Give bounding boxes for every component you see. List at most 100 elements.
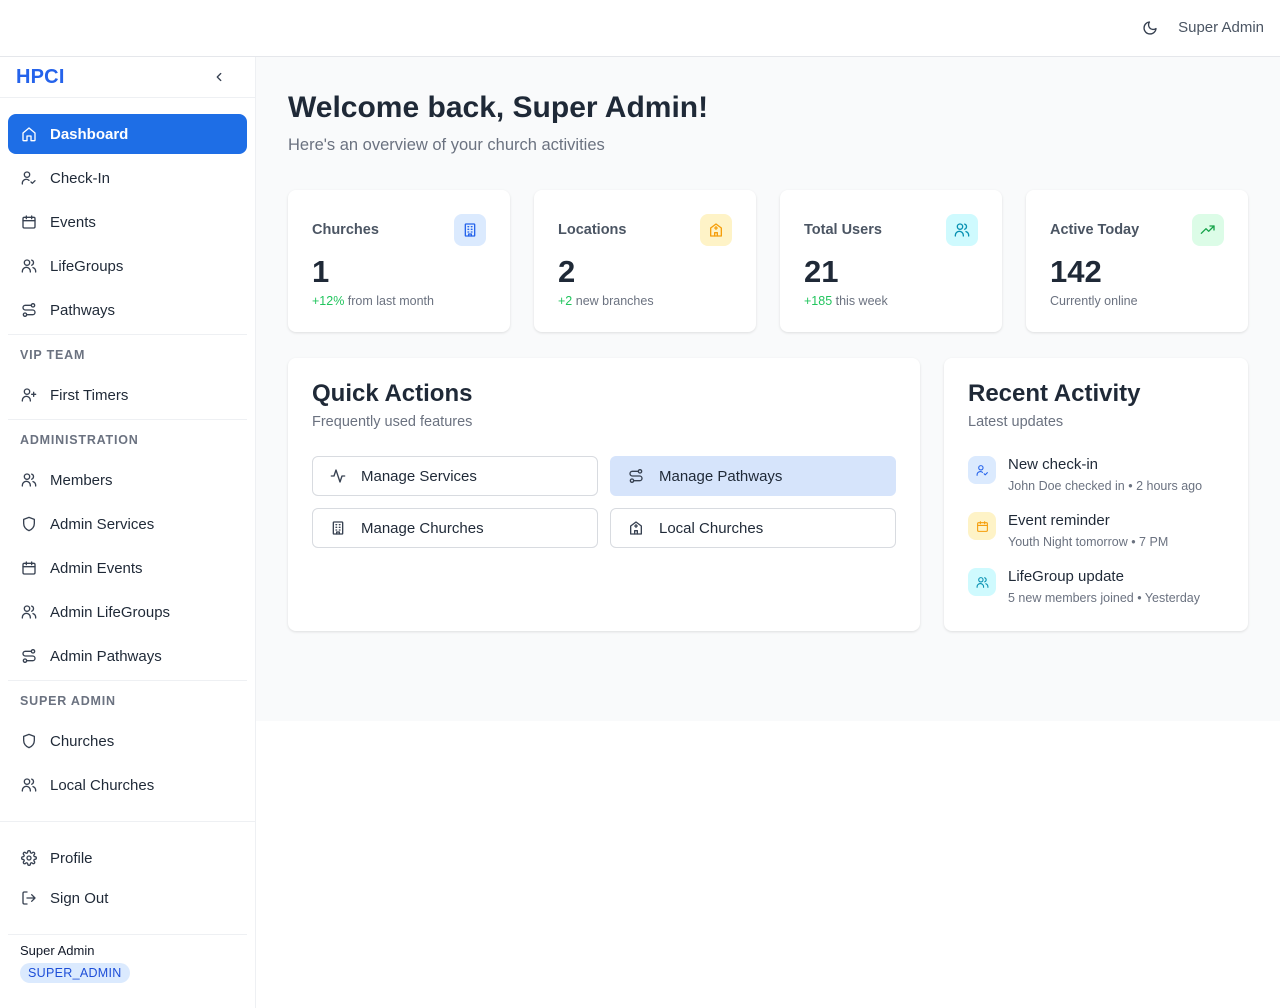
gear-icon (20, 849, 38, 867)
sidebar-item-label: First Timers (50, 386, 129, 404)
activity-item: New check-in John Doe checked in • 2 hou… (968, 456, 1228, 500)
sidebar: HPCI Dashboard Check-In Events LifeGroup… (0, 57, 256, 1008)
sidebar-item-churches[interactable]: Churches (8, 721, 247, 761)
users-icon (968, 568, 996, 596)
stat-value: 1 (312, 254, 330, 289)
sidebar-item-admin-services[interactable]: Admin Services (8, 504, 247, 544)
calendar-icon (20, 559, 38, 577)
route-icon (627, 467, 645, 485)
brand-logo[interactable]: HPCI (16, 66, 65, 89)
divider (0, 821, 255, 822)
church-icon (700, 214, 732, 246)
activity-item: LifeGroup update 5 new members joined • … (968, 568, 1228, 612)
section-label-administration: ADMINISTRATION (20, 433, 139, 447)
button-label: Manage Pathways (659, 467, 783, 485)
button-label: Manage Churches (361, 519, 484, 537)
sidebar-item-members[interactable]: Members (8, 460, 247, 500)
button-label: Manage Services (361, 467, 477, 485)
user-plus-icon (20, 386, 38, 404)
divider (8, 934, 247, 935)
sidebar-item-label: Sign Out (50, 889, 109, 907)
chevron-left-icon[interactable] (210, 68, 228, 86)
route-icon (20, 647, 38, 665)
sidebar-item-events[interactable]: Events (8, 202, 247, 242)
users-icon (946, 214, 978, 246)
activity-title: New check-in (1008, 456, 1099, 473)
divider (8, 419, 247, 420)
sidebar-item-lifegroups[interactable]: LifeGroups (8, 246, 247, 286)
activity-title: Event reminder (1008, 512, 1110, 529)
activity-icon (329, 467, 347, 485)
button-label: Local Churches (659, 519, 764, 537)
sidebar-item-label: LifeGroups (50, 257, 124, 275)
user-check-icon (20, 169, 38, 187)
stat-label: Active Today (1050, 222, 1140, 238)
sidebar-item-dashboard[interactable]: Dashboard (8, 114, 247, 154)
sidebar-item-admin-pathways[interactable]: Admin Pathways (8, 636, 247, 676)
stat-card-locations: Locations 2 +2 new branches (534, 190, 756, 332)
building-icon (454, 214, 486, 246)
stat-note: Currently online (1050, 294, 1138, 308)
manage-services-button[interactable]: Manage Services (312, 456, 598, 496)
panel-title: Recent Activity (968, 380, 1141, 407)
page-title: Welcome back, Super Admin! (288, 91, 709, 124)
calendar-icon (968, 512, 996, 540)
sidebar-item-admin-lifegroups[interactable]: Admin LifeGroups (8, 592, 247, 632)
activity-desc: Youth Night tomorrow • 7 PM (1008, 535, 1169, 549)
sidebar-item-check-in[interactable]: Check-In (8, 158, 247, 198)
stat-card-churches: Churches 1 +12% from last month (288, 190, 510, 332)
sidebar-item-label: Members (50, 471, 113, 489)
sidebar-item-local-churches[interactable]: Local Churches (8, 765, 247, 805)
sidebar-item-pathways[interactable]: Pathways (8, 290, 247, 330)
sidebar-item-label: Dashboard (50, 125, 129, 143)
activity-desc: 5 new members joined • Yesterday (1008, 591, 1200, 605)
stat-label: Locations (558, 222, 627, 238)
section-label-vip: VIP TEAM (20, 348, 86, 362)
sidebar-item-label: Check-In (50, 169, 111, 187)
shield-icon (20, 515, 38, 533)
moon-icon[interactable] (1140, 18, 1160, 38)
panel-title: Quick Actions (312, 380, 473, 407)
stat-card-total-users: Total Users 21 +185 this week (780, 190, 1002, 332)
sidebar-item-label: Pathways (50, 301, 116, 319)
trending-up-icon (1192, 214, 1224, 246)
sidebar-item-label: Local Churches (50, 776, 155, 794)
sidebar-item-label: Admin Services (50, 515, 155, 533)
quick-actions-panel: Quick Actions Frequently used features M… (288, 358, 920, 631)
panel-subtitle: Frequently used features (312, 414, 473, 430)
route-icon (20, 301, 38, 319)
activity-desc: John Doe checked in • 2 hours ago (1008, 479, 1203, 493)
sidebar-item-label: Churches (50, 732, 115, 750)
sidebar-item-sign-out[interactable]: Sign Out (8, 878, 247, 918)
stat-value: 2 (558, 254, 576, 289)
role-badge: SUPER_ADMIN (20, 963, 130, 983)
local-churches-button[interactable]: Local Churches (610, 508, 896, 548)
divider (8, 334, 247, 335)
sidebar-item-admin-events[interactable]: Admin Events (8, 548, 247, 588)
sidebar-item-profile[interactable]: Profile (8, 838, 247, 878)
stat-note: +2 new branches (558, 294, 654, 308)
building-icon (329, 519, 347, 537)
users-icon (20, 471, 38, 489)
manage-pathways-button[interactable]: Manage Pathways (610, 456, 896, 496)
stat-value: 21 (804, 254, 839, 289)
sidebar-user-name: Super Admin (20, 943, 95, 958)
stat-note: +185 this week (804, 294, 888, 308)
sidebar-item-label: Admin Pathways (50, 647, 162, 665)
user-check-icon (968, 456, 996, 484)
sign-out-icon (20, 889, 38, 907)
sidebar-item-label: Profile (50, 849, 93, 867)
sidebar-item-label: Admin Events (50, 559, 143, 577)
sidebar-item-label: Admin LifeGroups (50, 603, 171, 621)
manage-churches-button[interactable]: Manage Churches (312, 508, 598, 548)
users-icon (20, 776, 38, 794)
recent-activity-panel: Recent Activity Latest updates New check… (944, 358, 1248, 631)
calendar-icon (20, 213, 38, 231)
stat-note: +12% from last month (312, 294, 434, 308)
stat-label: Total Users (804, 222, 882, 238)
stat-card-active-today: Active Today 142 Currently online (1026, 190, 1248, 332)
sidebar-item-first-timers[interactable]: First Timers (8, 375, 247, 415)
top-bar: Super Admin (0, 0, 1280, 57)
user-menu[interactable]: Super Admin (1178, 19, 1264, 36)
panel-subtitle: Latest updates (968, 414, 1064, 430)
